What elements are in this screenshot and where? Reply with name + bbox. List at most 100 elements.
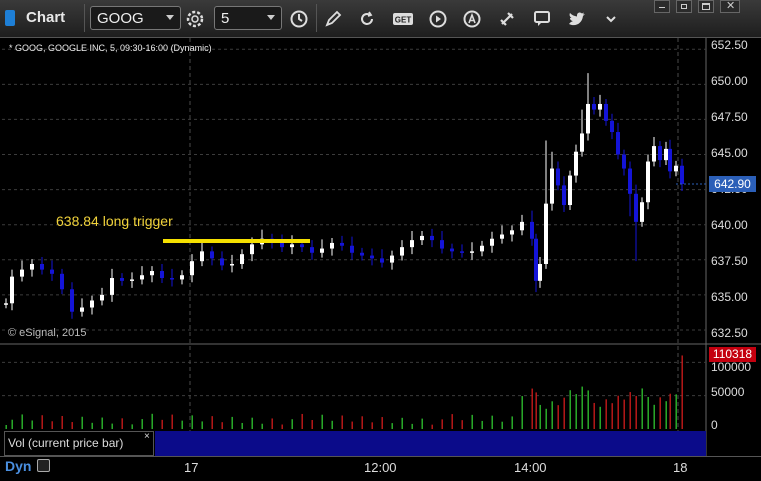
volume-bar (81, 416, 83, 429)
volume-bar (361, 416, 363, 429)
candle-body (646, 161, 650, 203)
comment-icon[interactable] (531, 8, 553, 30)
price-tick: 635.00 (711, 290, 748, 304)
candle-body (400, 247, 404, 256)
price-tick: 637.50 (711, 254, 748, 268)
volume-bar (545, 408, 547, 429)
interval-field[interactable]: 5 (214, 6, 282, 30)
volume-study-label[interactable]: Vol (current price bar) (8, 436, 123, 450)
volume-bar (531, 388, 533, 429)
gear-icon[interactable] (184, 8, 206, 30)
candle-body (220, 258, 224, 266)
volume-bar (665, 401, 667, 429)
restore-button[interactable] (676, 0, 692, 13)
candle-body (150, 271, 154, 276)
link-icon[interactable] (496, 8, 518, 30)
candle-body (310, 247, 314, 253)
volume-bar (431, 424, 433, 429)
volume-bar (441, 419, 443, 429)
candle-body (460, 251, 464, 253)
candle-body (592, 103, 596, 110)
volume-bar (629, 392, 631, 429)
volume-bar (141, 419, 143, 429)
candle-body (380, 258, 384, 263)
candle-body (40, 263, 44, 270)
candle-body (4, 303, 8, 305)
clock-icon[interactable] (288, 8, 310, 30)
candle-body (330, 242, 334, 249)
volume-bar (41, 415, 43, 429)
time-tick: 14:00 (514, 460, 547, 475)
price-tick: 640.00 (711, 218, 748, 232)
volume-bar (521, 396, 523, 429)
price-tick: 652.50 (711, 38, 748, 52)
candle-body (110, 278, 114, 295)
price-tick: 650.00 (711, 74, 748, 88)
price-chart[interactable] (0, 38, 761, 456)
volume-bar (551, 401, 553, 429)
volume-bar (641, 388, 643, 429)
volume-bar (587, 390, 589, 429)
maximize-button[interactable] (698, 0, 714, 13)
get-icon[interactable]: GET (392, 8, 414, 30)
minimize-button[interactable] (654, 0, 670, 13)
candle-body (622, 154, 626, 169)
volume-bar (481, 420, 483, 429)
close-button[interactable]: ✕ (720, 0, 740, 13)
volume-bar (401, 417, 403, 429)
volume-bar (191, 415, 193, 429)
candle-body (544, 203, 548, 264)
candle-body (680, 165, 684, 184)
volume-bar (675, 394, 677, 429)
volume-bar (231, 416, 233, 429)
candle-body (580, 133, 584, 152)
candle-body (534, 238, 538, 281)
chevron-down-icon[interactable] (267, 15, 275, 20)
volume-bar (341, 415, 343, 429)
candle-body (520, 221, 524, 231)
volume-bar (381, 417, 383, 429)
candle-body (350, 245, 354, 253)
candle-body (30, 263, 34, 270)
symbol-value: GOOG (97, 10, 144, 27)
volume-bar (617, 395, 619, 429)
volume-bar (605, 399, 607, 429)
volume-tick: 50000 (711, 385, 745, 399)
pencil-icon[interactable] (322, 8, 344, 30)
candle-body (190, 261, 194, 276)
lock-icon[interactable] (37, 459, 50, 472)
candle-body (616, 132, 620, 155)
volume-bar (611, 403, 613, 429)
dyn-label[interactable]: Dyn (5, 458, 31, 474)
candle-body (320, 248, 324, 253)
play-icon[interactable] (427, 8, 449, 30)
candle-body (664, 148, 668, 161)
candle-body (634, 193, 638, 222)
volume-strip (155, 431, 706, 456)
dropdown-icon[interactable] (600, 8, 622, 30)
time-tick: 12:00 (364, 460, 397, 475)
symbol-field[interactable]: GOOG (90, 6, 181, 30)
candle-body (440, 240, 444, 249)
candle-body (500, 234, 504, 239)
volume-bar (653, 404, 655, 429)
volume-bar (421, 418, 423, 429)
volume-bar (131, 424, 133, 429)
volume-bar (351, 421, 353, 429)
volume-bar (51, 421, 53, 429)
volume-bar (121, 418, 123, 429)
volume-bar (501, 421, 503, 429)
twitter-icon[interactable] (566, 8, 588, 30)
volume-bar (271, 418, 273, 429)
refresh-icon[interactable] (356, 8, 378, 30)
candle-body (574, 151, 578, 176)
chevron-down-icon[interactable] (166, 15, 174, 20)
volume-bar (261, 423, 263, 429)
volume-bar (659, 397, 661, 429)
a-icon[interactable] (461, 8, 483, 30)
candle-body (658, 146, 662, 161)
close-icon[interactable]: × (144, 431, 150, 442)
volume-tick: 0 (711, 418, 718, 432)
candle-body (510, 230, 514, 235)
candle-body (610, 120, 614, 133)
